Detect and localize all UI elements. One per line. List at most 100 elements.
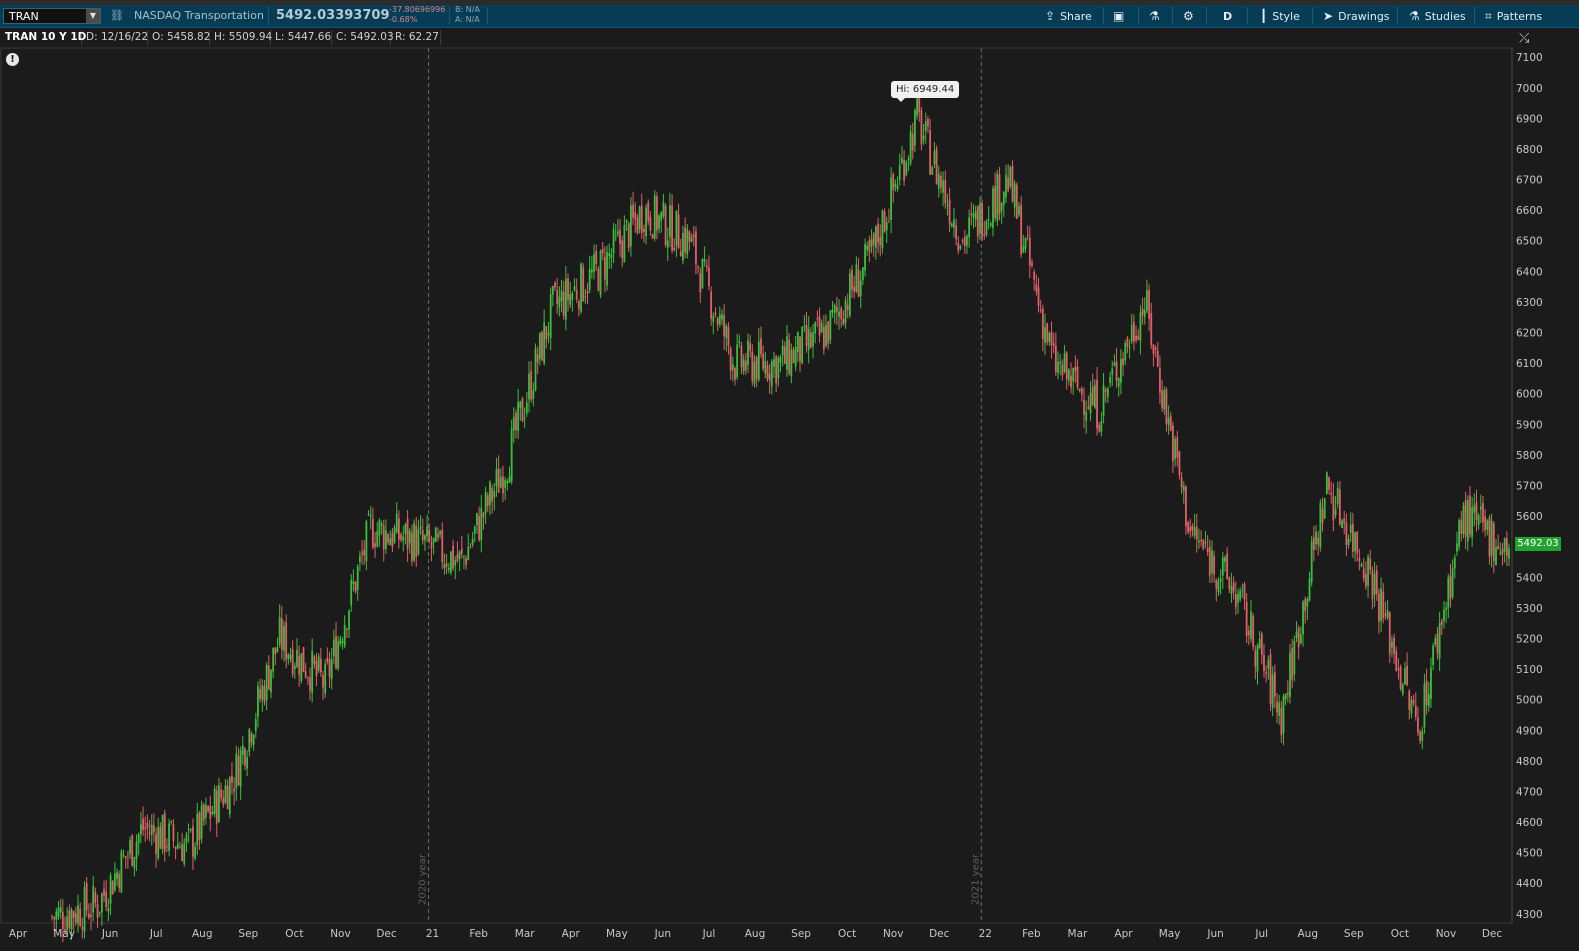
candle-body xyxy=(1150,313,1153,346)
candle-body xyxy=(1215,579,1218,589)
candle-body xyxy=(963,236,966,247)
y-tick-label: 4600 xyxy=(1516,817,1543,829)
candle-body xyxy=(179,847,181,849)
candle-body xyxy=(532,389,535,399)
x-tick-label: Dec xyxy=(376,928,397,940)
candle-body xyxy=(404,524,407,535)
candle-body xyxy=(283,625,285,651)
candle-body xyxy=(751,351,754,381)
candle-body xyxy=(848,273,851,316)
candle-body xyxy=(517,402,520,432)
candle-body xyxy=(562,291,565,317)
candle-body xyxy=(411,532,413,562)
candle-body xyxy=(777,358,780,379)
candle-body xyxy=(577,301,580,310)
candle-body xyxy=(1159,368,1161,393)
candle-body xyxy=(122,855,125,857)
candle-body xyxy=(90,914,92,917)
candle-body xyxy=(868,239,871,252)
price-chart[interactable]: 2020 year 2021 year 4300 4400 4500 4600 4700 4… xyxy=(0,0,1579,951)
candle-body xyxy=(72,911,75,918)
candle-body xyxy=(343,624,346,646)
candle-body xyxy=(807,329,810,350)
candle-body xyxy=(874,226,877,248)
candle-body xyxy=(1395,651,1398,671)
candle-body xyxy=(1211,550,1213,573)
candle-body xyxy=(861,267,864,280)
candle-body xyxy=(1106,388,1109,397)
candle-body xyxy=(825,325,827,346)
candle-body xyxy=(469,546,472,548)
candle-body xyxy=(660,211,663,221)
candle-body xyxy=(538,333,541,360)
candle-body xyxy=(168,823,170,851)
candle-body xyxy=(196,813,199,846)
candle-body xyxy=(1085,411,1088,421)
candle-body xyxy=(1007,177,1010,191)
candle-body xyxy=(742,359,745,372)
candle-body xyxy=(68,910,71,928)
candle-body xyxy=(113,873,116,891)
candle-body xyxy=(437,533,439,538)
candle-body xyxy=(137,834,140,843)
candle-body xyxy=(896,185,899,190)
candle-body xyxy=(573,286,576,291)
candle-body xyxy=(822,327,825,350)
candle-body xyxy=(181,844,183,861)
candle-body xyxy=(582,267,585,302)
candle-body xyxy=(1031,262,1033,266)
candle-body xyxy=(801,326,804,364)
candle-body xyxy=(408,530,411,544)
candle-body xyxy=(1039,310,1042,312)
candle-body xyxy=(471,539,474,545)
candle-body xyxy=(1102,384,1105,416)
y-tick-label: 4500 xyxy=(1516,848,1543,860)
candle-body xyxy=(898,165,901,180)
candle-body xyxy=(551,285,554,295)
candle-body xyxy=(927,118,929,127)
candle-body xyxy=(296,649,298,667)
candle-body xyxy=(1230,586,1233,594)
candle-body xyxy=(1490,520,1493,556)
candle-body xyxy=(597,268,600,291)
candle-body xyxy=(1391,641,1393,648)
candle-body xyxy=(1369,558,1372,571)
candle-body xyxy=(1347,538,1350,545)
candle-body xyxy=(1419,731,1422,742)
candle-body xyxy=(1399,666,1402,690)
candle-body xyxy=(1198,540,1200,543)
candle-body xyxy=(1469,495,1471,535)
candle-body xyxy=(241,745,244,755)
candle-body xyxy=(228,777,231,815)
crosshair-toggle-icon[interactable]: ⤯ xyxy=(1519,31,1529,46)
candle-body xyxy=(564,278,567,320)
candle-body xyxy=(198,812,201,841)
candle-body xyxy=(265,664,268,701)
candle-body xyxy=(541,331,543,361)
candle-body xyxy=(734,368,736,380)
candle-body xyxy=(920,110,923,145)
candle-body xyxy=(818,316,821,336)
candle-body xyxy=(567,278,569,301)
candle-body xyxy=(111,881,114,895)
candle-body xyxy=(74,913,77,923)
candle-body xyxy=(669,205,671,238)
candle-body xyxy=(1286,692,1289,695)
x-tick-label: Jun xyxy=(654,928,671,940)
candle-body xyxy=(1026,234,1029,236)
candle-body xyxy=(948,199,951,225)
candle-body xyxy=(1247,630,1250,636)
candle-body xyxy=(1434,638,1437,645)
candle-body xyxy=(1048,332,1051,343)
candle-body xyxy=(1258,639,1261,649)
candle-body xyxy=(1447,577,1450,609)
candle-body xyxy=(1382,591,1385,619)
candle-body xyxy=(443,563,446,569)
y-tick-label: 4400 xyxy=(1516,878,1543,890)
candle-body xyxy=(629,205,632,247)
candle-body xyxy=(857,269,860,297)
candle-body xyxy=(1464,500,1467,537)
alert-icon[interactable]: ! xyxy=(6,53,19,66)
candle-body xyxy=(1091,386,1094,406)
candle-body xyxy=(107,908,110,912)
